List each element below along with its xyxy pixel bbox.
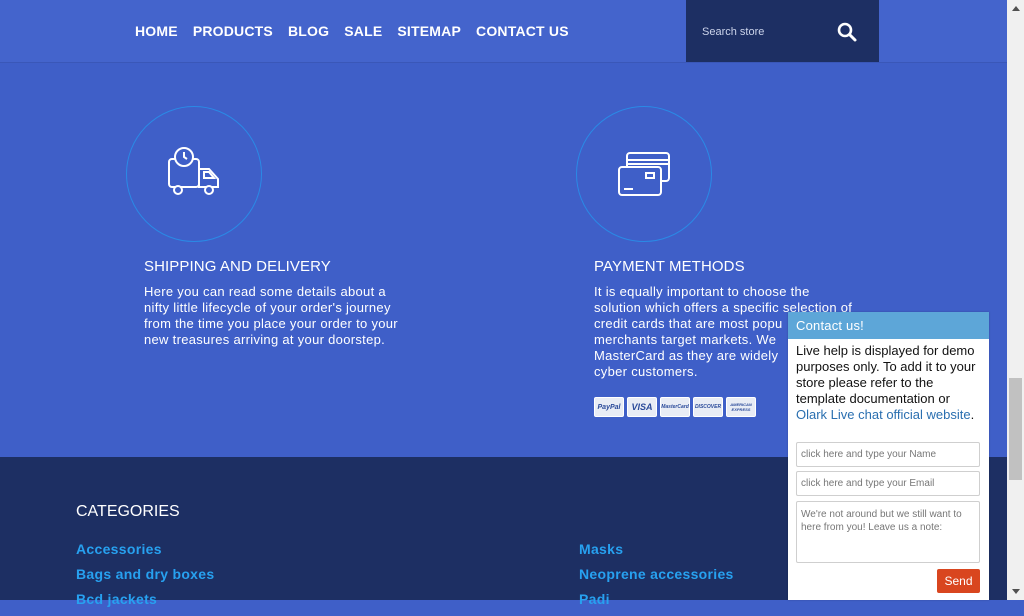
- credit-cards-icon: [618, 152, 670, 196]
- arrow-down-icon: [1011, 589, 1020, 594]
- shipping-line: nifty little lifecycle of your order's j…: [144, 300, 391, 315]
- nav-products[interactable]: PRODUCTS: [193, 23, 273, 39]
- nav-blog[interactable]: BLOG: [288, 23, 329, 39]
- categories-column-1: Accessories Bags and dry boxes Bcd jacke…: [76, 541, 214, 616]
- discover-card-icon: DISCOVER: [693, 397, 723, 417]
- main-nav: HOME PRODUCTS BLOG SALE SITEMAP CONTACT …: [135, 0, 569, 62]
- nav-contact-us[interactable]: CONTACT US: [476, 23, 569, 39]
- search-button[interactable]: [836, 21, 858, 43]
- category-link[interactable]: Accessories: [76, 541, 162, 557]
- paypal-card-icon: PayPal: [594, 397, 624, 417]
- chat-message-suffix: .: [970, 407, 975, 422]
- payment-title: PAYMENT METHODS: [594, 258, 745, 275]
- list-item: Bags and dry boxes: [76, 566, 214, 591]
- nav-sale[interactable]: SALE: [344, 23, 382, 39]
- category-link[interactable]: Padi: [579, 591, 610, 607]
- live-chat-widget: Contact us! Live help is displayed for d…: [788, 312, 989, 600]
- scroll-up-button[interactable]: [1007, 0, 1024, 17]
- chat-note-field[interactable]: [796, 501, 980, 563]
- list-item: Bcd jackets: [76, 591, 214, 616]
- arrow-up-icon: [1011, 6, 1020, 11]
- nav-sitemap[interactable]: SITEMAP: [397, 23, 461, 39]
- payment-cards: PayPal VISA MasterCard DISCOVER AMERICAN…: [594, 397, 756, 417]
- shipping-icon-circle: [126, 106, 262, 242]
- list-item: Masks: [579, 541, 734, 566]
- chat-name-field[interactable]: [796, 442, 980, 467]
- chat-message-text: Live help is displayed for demo purposes…: [796, 343, 976, 406]
- delivery-truck-clock-icon: [168, 147, 219, 195]
- list-item: Neoprene accessories: [579, 566, 734, 591]
- payment-icon-circle: [576, 106, 712, 242]
- category-link[interactable]: Neoprene accessories: [579, 566, 734, 582]
- list-item: Accessories: [76, 541, 214, 566]
- category-link[interactable]: Bags and dry boxes: [76, 566, 214, 582]
- olark-link[interactable]: Olark Live chat official website: [796, 407, 971, 422]
- category-link[interactable]: Bcd jackets: [76, 591, 157, 607]
- chat-message: Live help is displayed for demo purposes…: [796, 343, 981, 423]
- search-box: [686, 0, 879, 62]
- chat-header[interactable]: Contact us!: [788, 312, 989, 339]
- scroll-thumb[interactable]: [1009, 378, 1022, 480]
- nav-home[interactable]: HOME: [135, 23, 178, 39]
- visa-card-icon: VISA: [627, 397, 657, 417]
- mastercard-card-icon: MasterCard: [660, 397, 690, 417]
- search-input[interactable]: [700, 20, 834, 44]
- categories-column-2: Masks Neoprene accessories Padi: [579, 541, 734, 616]
- scroll-down-button[interactable]: [1007, 583, 1024, 600]
- shipping-line: from the time you place your order to yo…: [144, 316, 398, 331]
- list-item: Padi: [579, 591, 734, 616]
- payment-line: It is equally important to choose the: [594, 284, 810, 299]
- send-button[interactable]: Send: [937, 569, 980, 593]
- page-scrollbar[interactable]: [1007, 0, 1024, 600]
- shipping-title: SHIPPING AND DELIVERY: [144, 258, 331, 275]
- chat-email-field[interactable]: [796, 471, 980, 496]
- amex-card-icon: AMERICAN EXPRESS: [726, 397, 756, 417]
- shipping-line: Here you can read some details about a: [144, 284, 386, 299]
- top-navigation-bar: HOME PRODUCTS BLOG SALE SITEMAP CONTACT …: [0, 0, 1007, 63]
- shipping-description: Here you can read some details about a n…: [144, 284, 398, 348]
- shipping-line: new treasures arriving at your doorstep.: [144, 332, 386, 347]
- categories-title: CATEGORIES: [76, 503, 180, 520]
- search-icon: [837, 22, 857, 42]
- category-link[interactable]: Masks: [579, 541, 623, 557]
